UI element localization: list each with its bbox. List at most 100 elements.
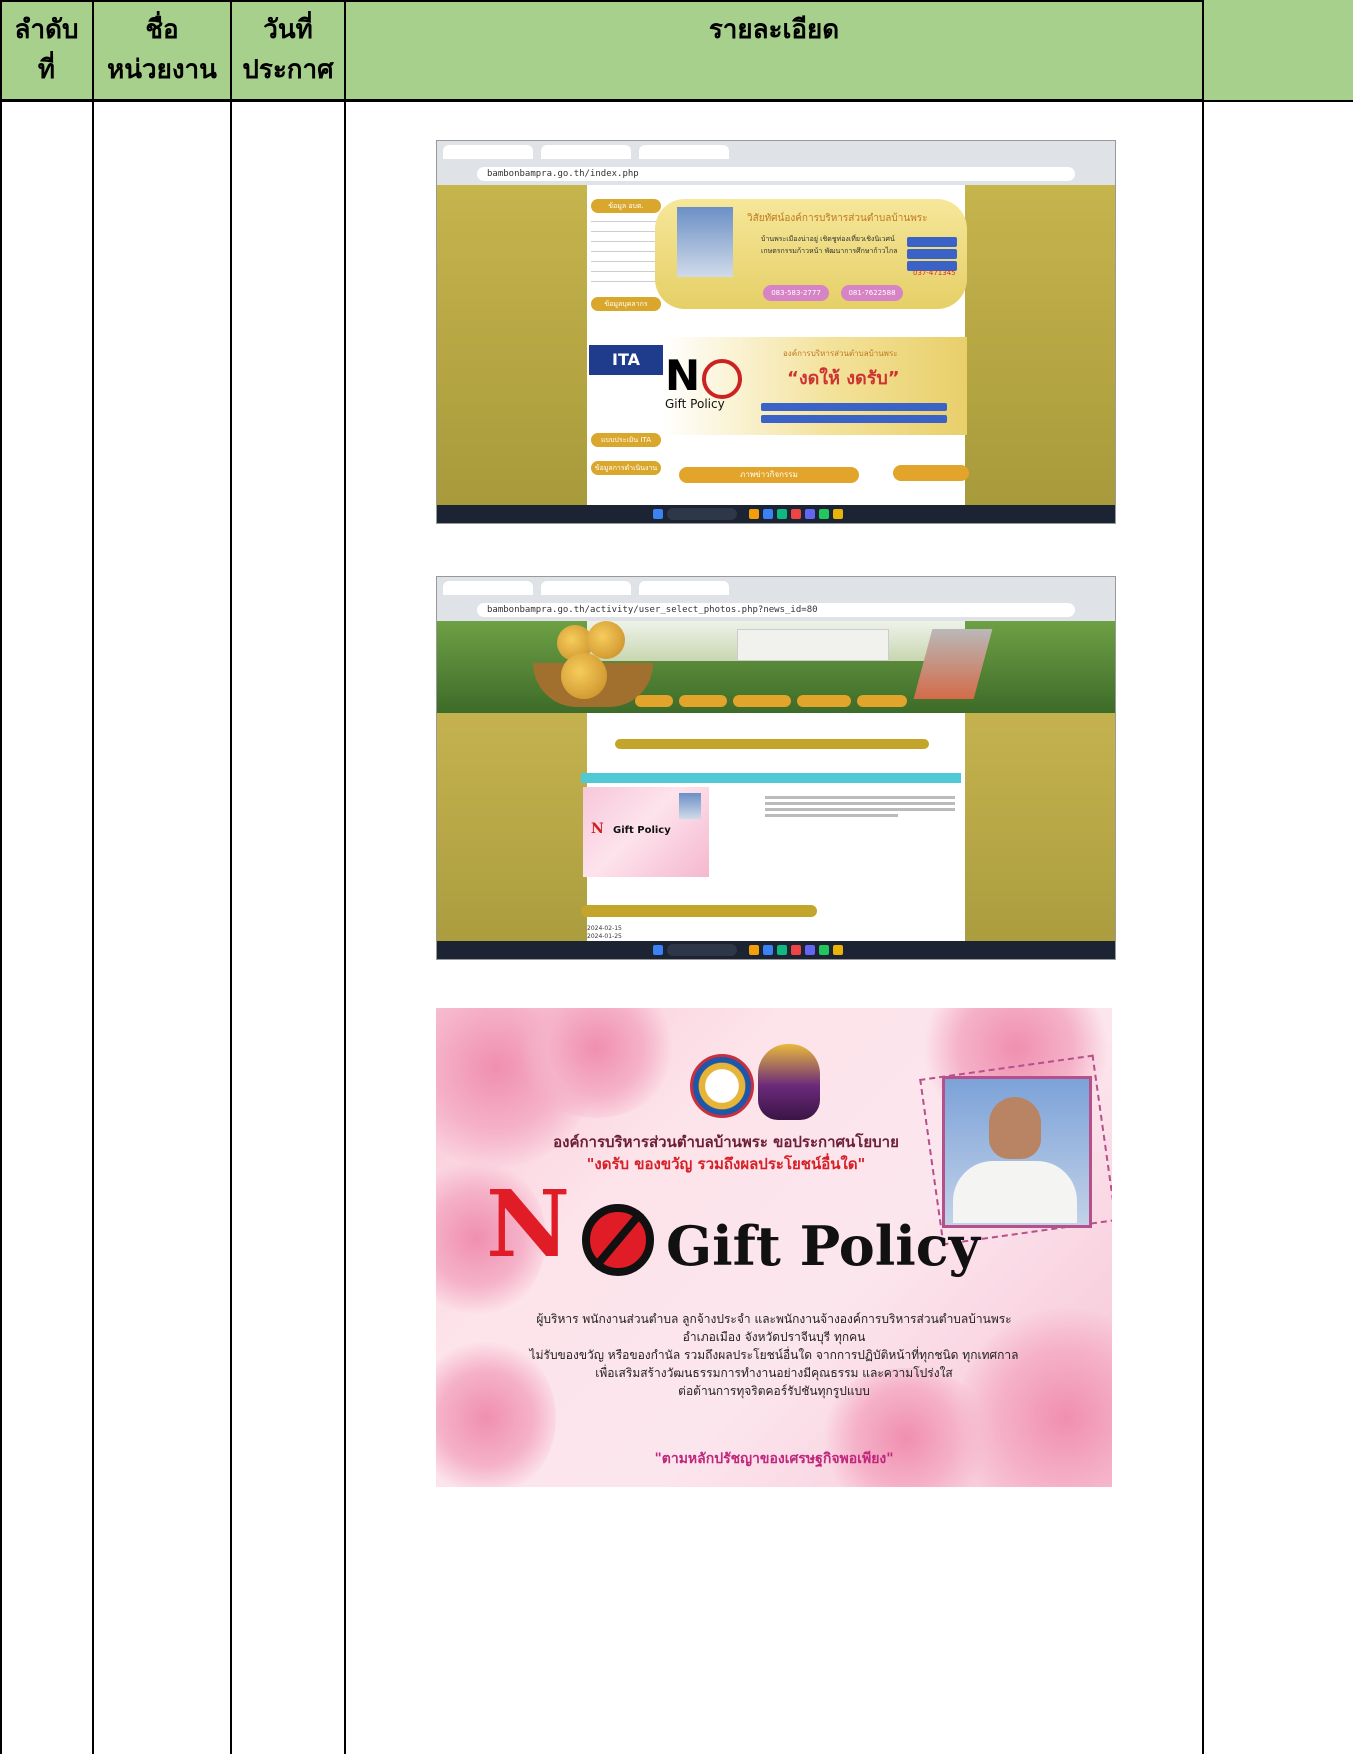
browser-tab: [639, 581, 729, 595]
strike-line: [591, 1209, 645, 1271]
header-col-agency: ชื่อ หน่วยงาน: [107, 15, 217, 85]
table-divider: [92, 0, 94, 1754]
table-border-right: [1202, 0, 1204, 1754]
news-date: 2024-01-25: [587, 933, 622, 940]
phone-number: 037-471345: [913, 269, 956, 277]
gift-policy-label: Gift Policy: [613, 825, 671, 836]
fruit: [587, 621, 625, 659]
browser-chrome: bambonbampra.go.th/index.php: [437, 141, 1115, 186]
nav-pill: [635, 695, 673, 707]
website-screenshot-home: bambonbampra.go.th/index.php ข้อมูล อบต.…: [436, 140, 1116, 524]
search-box: [667, 508, 737, 520]
address-bar: bambonbampra.go.th/activity/user_select_…: [477, 603, 1075, 617]
browser-tab: [541, 145, 631, 159]
sao-emblem: [690, 1054, 754, 1118]
browser-tab: [443, 145, 533, 159]
start-icon: [653, 945, 663, 955]
browser-chrome: bambonbampra.go.th/activity/user_select_…: [437, 577, 1115, 622]
activity-pill: ภาพข่าวกิจกรรม: [679, 467, 859, 483]
windows-taskbar: [437, 941, 1115, 959]
search-box: [667, 944, 737, 956]
news-date: 2024-02-15: [587, 925, 622, 932]
section-pill: [615, 739, 929, 749]
browser-tab: [541, 581, 631, 595]
body-line: ต่อต้านการทุจริตคอร์รัปชันทุกรูปแบบ: [678, 1384, 870, 1398]
gift-poster-thumbnail: N Gift Policy: [583, 787, 709, 877]
menu-line: [591, 281, 661, 282]
menu-heading: ข้อมูลบุคลากร: [591, 297, 661, 311]
app-icon: [777, 945, 787, 955]
phone-pill: 083-583-2777: [763, 285, 829, 301]
news-title-bar: [581, 773, 961, 783]
mayor-photo: [677, 207, 733, 277]
app-icon: [819, 509, 829, 519]
website-screenshot-news: bambonbampra.go.th/activity/user_select_…: [436, 576, 1116, 960]
status-strip: [907, 249, 957, 259]
site-side-bg: [965, 185, 1115, 523]
nav-pill: [733, 695, 791, 707]
no-gift-policy-poster: องค์การบริหารส่วนตำบลบ้านพระ ขอประกาศนโย…: [436, 1008, 1112, 1487]
nav-pill: [679, 695, 727, 707]
app-icon: [791, 509, 801, 519]
news-pill: [893, 465, 969, 481]
nav-pill: [857, 695, 907, 707]
gift-policy-label: Gift Policy: [665, 397, 725, 411]
menu-line: [591, 231, 661, 232]
menu-line: [591, 261, 661, 262]
app-icon: [805, 509, 815, 519]
poster-footer: "ตามหลักปรัชญาของเศรษฐกิจพอเพียง": [654, 1451, 894, 1467]
app-icon: [777, 509, 787, 519]
gift-strip: [761, 415, 947, 423]
site-side-bg: [437, 185, 587, 523]
app-icon: [791, 945, 801, 955]
menu-line: [591, 241, 661, 242]
no-gift-icon: [582, 1204, 654, 1276]
menu-line: [591, 271, 661, 272]
table-divider: [344, 0, 346, 1754]
header-col-no: ลำดับ ที่: [14, 15, 79, 85]
no-symbol: N: [591, 821, 604, 837]
gift-org: องค์การบริหารส่วนตำบลบ้านพระ: [783, 349, 898, 358]
news-text: [765, 793, 955, 820]
menu-heading: ข้อมูล อบต.: [591, 199, 661, 213]
app-icon: [819, 945, 829, 955]
body-line: เพื่อเสริมสร้างวัฒนธรรมการทำงานอย่างมีคุ…: [595, 1366, 953, 1380]
gift-policy-heading: Gift Policy: [666, 1214, 981, 1278]
building-image: [737, 629, 889, 661]
app-icon: [833, 509, 843, 519]
poster-title-line1: องค์การบริหารส่วนตำบลบ้านพระ ขอประกาศนโย…: [553, 1133, 899, 1151]
gift-slogan: “งดให้ งดรับ”: [787, 368, 900, 389]
browser-tab: [639, 145, 729, 159]
table-divider: [230, 0, 232, 1754]
menu-heading: ข้อมูลการดำเนินงาน: [591, 461, 661, 475]
site-side-bg: [437, 713, 587, 957]
app-icon: [763, 945, 773, 955]
table-border-left: [0, 0, 2, 1754]
mayor-photo: [679, 793, 701, 819]
app-icon: [763, 509, 773, 519]
related-activity-pill: [581, 905, 817, 917]
fruit: [561, 653, 607, 699]
app-icon: [749, 509, 759, 519]
status-strip: [907, 237, 957, 247]
body-line: ผู้บริหาร พนักงานส่วนตำบล ลูกจ้างประจำ แ…: [536, 1312, 1012, 1326]
phone-pill: 081-7622588: [841, 285, 903, 301]
app-icon: [805, 945, 815, 955]
vision-text: บ้านพระเมืองน่าอยู่ เชิดชูท่องเที่ยวเชิง…: [761, 235, 898, 255]
body-line: ไม่รับของขวัญ หรือของกำนัล รวมถึงผลประโย…: [529, 1348, 1019, 1362]
header-col-date: วันที่ ประกาศ: [242, 15, 334, 85]
menu-line: [591, 221, 661, 222]
windows-taskbar: [437, 505, 1115, 523]
no-letter: N: [486, 1170, 571, 1278]
header-col-detail: รายละเอียด: [708, 15, 840, 45]
menu-heading: แบบประเมิน ITA: [591, 433, 661, 447]
site-side-bg: [965, 713, 1115, 957]
poster-body: ผู้บริหาร พนักงานส่วนตำบล ลูกจ้างประจำ แ…: [466, 1310, 1082, 1400]
start-icon: [653, 509, 663, 519]
nav-pill: [797, 695, 851, 707]
vision-title: วิสัยทัศน์องค์การบริหารส่วนตำบลบ้านพระ: [747, 213, 928, 224]
browser-tab: [443, 581, 533, 595]
menu-line: [591, 251, 661, 252]
body-line: อำเภอเมือง จังหวัดปราจีนบุรี ทุกคน: [682, 1330, 866, 1344]
app-icon: [749, 945, 759, 955]
